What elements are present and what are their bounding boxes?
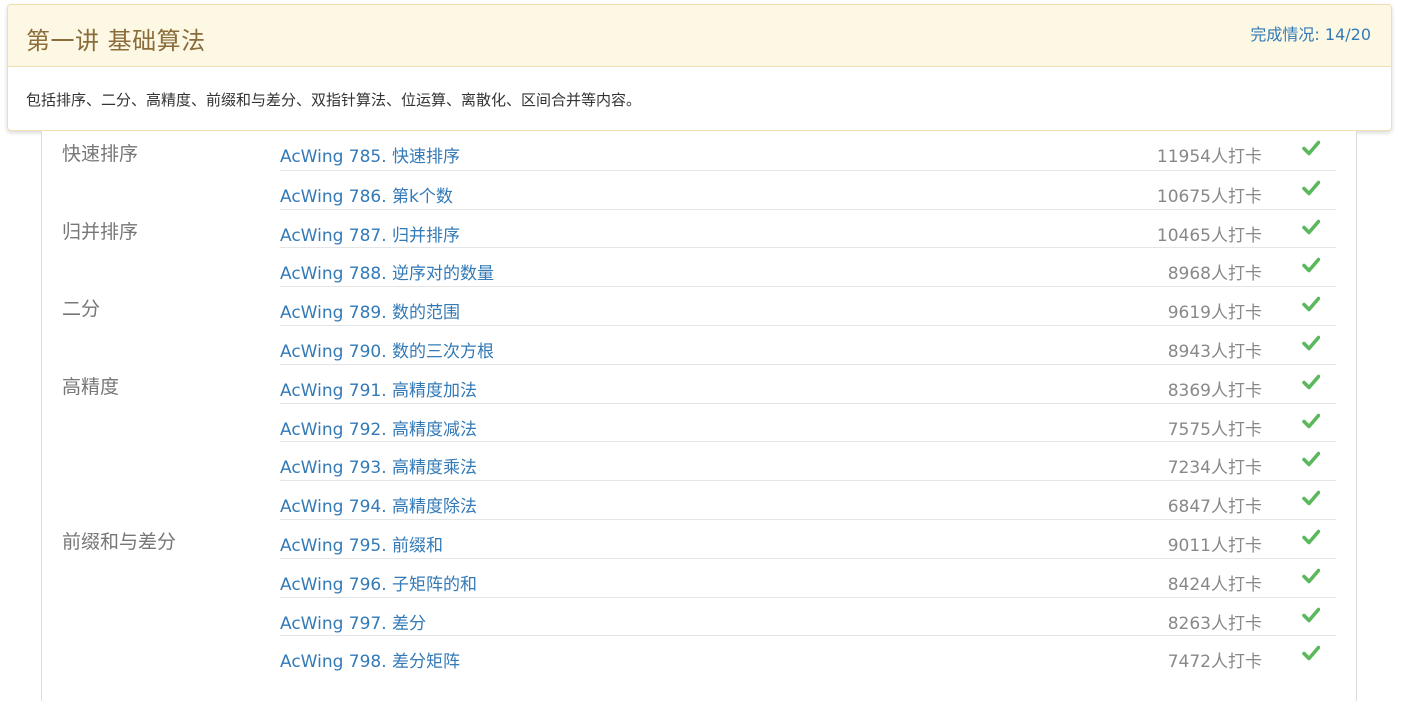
problem-link[interactable]: AcWing 798. 差分矩阵: [280, 647, 460, 672]
problem-link[interactable]: AcWing 788. 逆序对的数量: [280, 259, 494, 284]
problem-link[interactable]: AcWing 796. 子矩阵的和: [280, 570, 477, 595]
problem-link[interactable]: AcWing 789. 数的范围: [280, 298, 460, 323]
problem-group: 前缀和与差分 AcWing 795. 前缀和 9011人打卡 AcWing 796. …: [42, 518, 1356, 674]
problem-row: AcWing 795. 前缀和 9011人打卡: [280, 518, 1336, 558]
problem-row: AcWing 796. 子矩阵的和 8424人打卡: [280, 557, 1336, 597]
check-icon: [1302, 606, 1321, 624]
completion-status: 完成情况: 14/20: [1250, 21, 1371, 45]
completion-label: 完成情况:: [1250, 25, 1320, 44]
problem-row: AcWing 785. 快速排序 11954人打卡: [280, 131, 1336, 170]
problem-row: AcWing 789. 数的范围 9619人打卡: [280, 286, 1336, 325]
problem-row: AcWing 793. 高精度乘法 7234人打卡: [280, 441, 1336, 480]
section-heading: 第一讲 基础算法 完成情况: 14/20: [8, 5, 1391, 67]
problem-link[interactable]: AcWing 793. 高精度乘法: [280, 453, 477, 478]
group-name: 快速排序: [62, 143, 139, 165]
problem-group: 二分 AcWing 789. 数的范围 9619人打卡 AcWing 790. 数的三…: [42, 286, 1356, 364]
checkin-count: 8424人打卡: [1167, 574, 1262, 595]
problem-link[interactable]: AcWing 791. 高精度加法: [280, 376, 477, 401]
check-icon: [1302, 567, 1321, 585]
checkin-count: 9619人打卡: [1167, 303, 1262, 324]
checkin-count: 7472人打卡: [1167, 652, 1262, 673]
check-icon: [1302, 179, 1321, 197]
group-problems: AcWing 785. 快速排序 11954人打卡 AcWing 786. 第k个数…: [280, 131, 1336, 209]
problem-group: 高精度 AcWing 791. 高精度加法 8369人打卡 AcWing 792. 高…: [42, 363, 1356, 519]
problem-row: AcWing 791. 高精度加法 8369人打卡: [280, 363, 1336, 403]
problem-row: AcWing 788. 逆序对的数量 8968人打卡: [280, 247, 1336, 286]
check-icon: [1302, 295, 1321, 313]
problem-group: 快速排序 AcWing 785. 快速排序 11954人打卡 AcWing 786. …: [42, 131, 1356, 209]
group-problems: AcWing 791. 高精度加法 8369人打卡 AcWing 792. 高精度减…: [280, 363, 1336, 519]
check-icon: [1302, 528, 1321, 546]
checkin-count: 8968人打卡: [1167, 264, 1262, 285]
check-icon: [1302, 139, 1321, 157]
checkin-count: 6847人打卡: [1167, 497, 1262, 518]
section-description: 包括排序、二分、高精度、前缀和与差分、双指针算法、位运算、离散化、区间合并等内容…: [26, 91, 642, 109]
check-icon: [1302, 644, 1321, 662]
group-name: 二分: [62, 298, 101, 321]
checkin-count: 7575人打卡: [1167, 419, 1262, 440]
checkin-count: 8943人打卡: [1167, 341, 1262, 362]
problem-link[interactable]: AcWing 786. 第k个数: [280, 182, 453, 207]
checkin-count: 11954人打卡: [1156, 147, 1262, 167]
section-title[interactable]: 第一讲 基础算法: [26, 21, 206, 56]
checkin-count: 10675人打卡: [1156, 186, 1262, 207]
problem-list: 快速排序 AcWing 785. 快速排序 11954人打卡 AcWing 786. …: [41, 131, 1357, 701]
checkin-count: 7234人打卡: [1167, 458, 1262, 479]
check-icon: [1302, 373, 1321, 391]
check-icon: [1302, 334, 1321, 352]
problem-link[interactable]: AcWing 785. 快速排序: [280, 142, 460, 167]
group-name: 高精度: [62, 375, 120, 398]
completion-value: 14/20: [1324, 25, 1371, 44]
checkin-count: 10465人打卡: [1156, 225, 1262, 246]
problem-row: AcWing 786. 第k个数 10675人打卡: [280, 169, 1336, 209]
checkin-count: 8369人打卡: [1167, 380, 1262, 401]
check-icon: [1302, 256, 1321, 274]
checkin-count: 8263人打卡: [1167, 613, 1262, 634]
check-icon: [1302, 450, 1321, 468]
problem-link[interactable]: AcWing 795. 前缀和: [280, 531, 443, 556]
group-problems: AcWing 787. 归并排序 10465人打卡 AcWing 788. 逆序对的…: [280, 208, 1336, 287]
group-name: 归并排序: [62, 220, 139, 243]
group-name: 前缀和与差分: [62, 530, 177, 553]
problem-group: 归并排序 AcWing 787. 归并排序 10465人打卡 AcWing 788. …: [42, 208, 1356, 287]
problem-link[interactable]: AcWing 794. 高精度除法: [280, 492, 477, 517]
check-icon: [1302, 489, 1321, 507]
problem-link[interactable]: AcWing 787. 归并排序: [280, 221, 460, 246]
check-icon: [1302, 218, 1321, 236]
problem-link[interactable]: AcWing 792. 高精度减法: [280, 415, 477, 440]
group-problems: AcWing 789. 数的范围 9619人打卡 AcWing 790. 数的三次方…: [280, 286, 1336, 364]
section-panel: 第一讲 基础算法 完成情况: 14/20 包括排序、二分、高精度、前缀和与差分、…: [7, 4, 1392, 131]
problem-row: AcWing 798. 差分矩阵 7472人打卡: [280, 635, 1336, 674]
problem-link[interactable]: AcWing 797. 差分: [280, 609, 426, 634]
checkin-count: 9011人打卡: [1167, 535, 1262, 556]
problem-row: AcWing 792. 高精度减法 7575人打卡: [280, 402, 1336, 442]
check-icon: [1302, 412, 1321, 430]
group-problems: AcWing 795. 前缀和 9011人打卡 AcWing 796. 子矩阵的和 8…: [280, 518, 1336, 674]
problem-row: AcWing 787. 归并排序 10465人打卡: [280, 208, 1336, 248]
problem-link[interactable]: AcWing 790. 数的三次方根: [280, 337, 494, 362]
problem-row: AcWing 794. 高精度除法 6847人打卡: [280, 480, 1336, 519]
problem-row: AcWing 797. 差分 8263人打卡: [280, 596, 1336, 636]
problem-row: AcWing 790. 数的三次方根 8943人打卡: [280, 324, 1336, 364]
